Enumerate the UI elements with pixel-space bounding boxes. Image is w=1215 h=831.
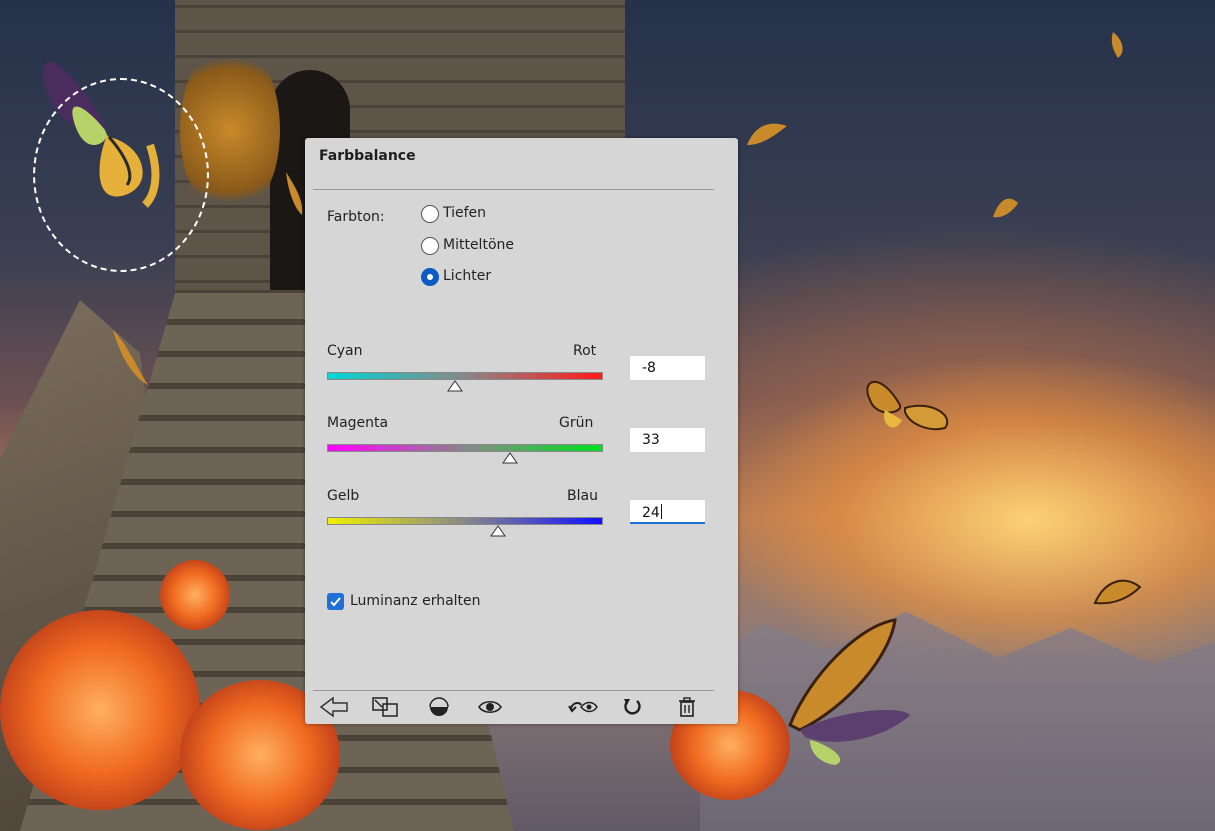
- delete-icon[interactable]: [677, 696, 697, 718]
- radio-label: Tiefen: [443, 205, 487, 221]
- magenta-green-value-field[interactable]: 33: [630, 428, 705, 452]
- reset-previous-icon[interactable]: [567, 696, 599, 718]
- butterfly: [108, 325, 168, 395]
- yellow-blue-value-field[interactable]: 24: [630, 500, 705, 524]
- orange-flower: [0, 610, 200, 810]
- value-text: 24: [642, 505, 660, 521]
- slider-left-label: Gelb: [327, 488, 360, 504]
- butterfly: [1090, 575, 1145, 610]
- text-caret: [660, 504, 662, 519]
- color-balance-panel: Farbbalance Farbton: Tiefen Mitteltöne L…: [305, 138, 738, 724]
- butterfly: [745, 120, 790, 150]
- slider-right-label: Grün: [559, 415, 594, 431]
- slider-right-label: Blau: [567, 488, 598, 504]
- radio-button[interactable]: [421, 237, 439, 255]
- butterfly: [860, 370, 955, 435]
- slider-track[interactable]: [327, 444, 603, 452]
- clip-to-layer-icon[interactable]: [319, 696, 351, 718]
- marquee-selection: [33, 78, 209, 272]
- slider-left-label: Cyan: [327, 343, 363, 359]
- mask-icon[interactable]: [428, 696, 450, 718]
- butterfly: [1108, 30, 1128, 60]
- butterfly: [988, 195, 1023, 225]
- butterfly: [284, 170, 306, 220]
- butterfly: [780, 615, 915, 765]
- slider-track[interactable]: [327, 372, 603, 380]
- orange-flower: [160, 560, 230, 630]
- cyan-red-value-field[interactable]: -8: [630, 356, 705, 380]
- checkbox-label: Luminanz erhalten: [350, 593, 481, 609]
- checkbox-checked-icon[interactable]: [327, 593, 344, 610]
- radio-label: Mitteltöne: [443, 237, 514, 253]
- radio-label: Lichter: [443, 268, 492, 284]
- radio-button[interactable]: [421, 205, 439, 223]
- divider: [313, 690, 714, 691]
- toggle-visibility-icon[interactable]: [477, 696, 503, 718]
- slider-left-label: Magenta: [327, 415, 389, 431]
- divider: [313, 189, 714, 190]
- radio-button-selected[interactable]: [421, 268, 439, 286]
- slider-track[interactable]: [327, 517, 603, 525]
- reset-icon[interactable]: [621, 696, 643, 718]
- slider-right-label: Rot: [573, 343, 597, 359]
- tone-label: Farbton:: [327, 209, 385, 225]
- view-previous-state-icon[interactable]: [371, 696, 401, 718]
- panel-title: Farbbalance: [319, 148, 416, 164]
